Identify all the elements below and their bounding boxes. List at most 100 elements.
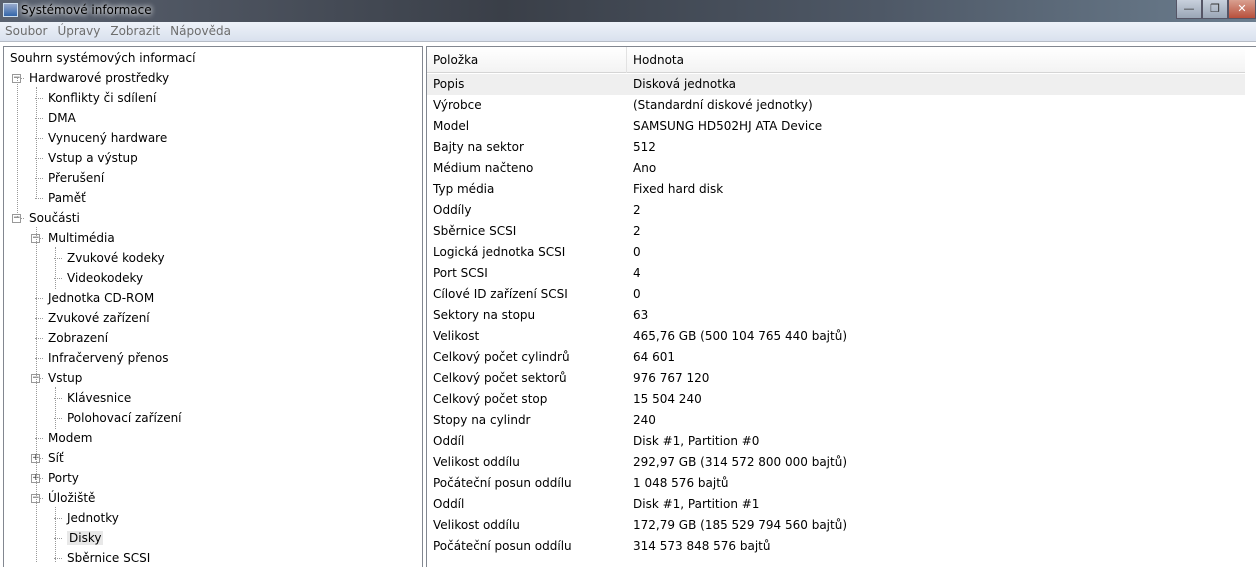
tree-item[interactable]: Zvukové kodeky xyxy=(67,248,165,268)
tree-item[interactable]: Vstup a výstup xyxy=(48,148,138,168)
tree-item-label: Konflikty či sdílení xyxy=(48,91,157,105)
tree-item[interactable]: Hardwarové prostředky xyxy=(29,68,169,88)
item-value: 64 601 xyxy=(633,350,675,364)
column-header-item[interactable]: Položka xyxy=(433,53,478,67)
tree-item-label: Zvukové kodeky xyxy=(67,251,165,265)
item-name: Velikost oddílu xyxy=(433,455,520,469)
tree-item[interactable]: Paměť xyxy=(48,188,86,208)
table-row[interactable]: Popis Disková jednotka xyxy=(427,74,1245,95)
tree-item[interactable]: Disky xyxy=(67,528,104,548)
item-value: 465,76 GB (500 104 765 440 bajtů) xyxy=(633,329,848,343)
tree-line xyxy=(55,387,56,429)
tree-item[interactable]: Jednotky xyxy=(67,508,119,528)
table-row[interactable]: Typ média Fixed hard disk xyxy=(427,179,1245,200)
item-name: Typ média xyxy=(433,182,495,196)
tree-item-label: Souhrn systémových informací xyxy=(10,51,196,65)
item-value: 63 xyxy=(633,308,649,322)
table-row[interactable]: Oddíl Disk #1, Partition #0 xyxy=(427,431,1245,452)
tree-item[interactable]: Přerušení xyxy=(48,168,104,188)
tree-item[interactable]: Konflikty či sdílení xyxy=(48,88,156,108)
tree-item[interactable]: Úložiště xyxy=(48,488,95,508)
table-row[interactable]: Celkový počet sektorů 976 767 120 xyxy=(427,368,1245,389)
tree-line xyxy=(55,247,56,289)
table-row[interactable]: Cílové ID zařízení SCSI 0 xyxy=(427,284,1245,305)
tree-item-label: Zvukové zařízení xyxy=(48,311,150,325)
item-name: Velikost xyxy=(433,329,480,343)
details-table: Položka Hodnota Popis Disková jednotka Výr… xyxy=(426,46,1256,567)
table-row[interactable]: Celkový počet stop 15 504 240 xyxy=(427,389,1245,410)
tree-item-label: Porty xyxy=(48,471,79,485)
item-name: Logická jednotka SCSI xyxy=(433,245,566,259)
item-name: Model xyxy=(433,119,470,133)
table-row[interactable]: Stopy na cylindr 240 xyxy=(427,410,1245,431)
item-value: Disk #1, Partition #0 xyxy=(633,434,760,448)
table-row[interactable]: Sektory na stopu 63 xyxy=(427,305,1245,326)
item-value: 0 xyxy=(633,287,641,301)
tree-item-label: Jednotka CD-ROM xyxy=(48,291,155,305)
item-name: Sběrnice SCSI xyxy=(433,224,517,238)
table-row[interactable]: Velikost oddílu 292,97 GB (314 572 800 00… xyxy=(427,452,1245,473)
item-value: 2 xyxy=(633,203,641,217)
tree-item[interactable]: Polohovací zařízení xyxy=(67,408,182,428)
table-row[interactable]: Port SCSI 4 xyxy=(427,263,1245,284)
menu-2[interactable]: Zobrazit xyxy=(105,22,165,38)
item-name: Médium načteno xyxy=(433,161,534,175)
app-icon xyxy=(3,3,18,17)
tree-item-label: Multimédia xyxy=(48,231,115,245)
column-separator[interactable] xyxy=(626,47,627,73)
tree-item[interactable]: Vstup xyxy=(48,368,82,388)
table-row[interactable]: Logická jednotka SCSI 0 xyxy=(427,242,1245,263)
table-row[interactable]: Celkový počet cylindrů 64 601 xyxy=(427,347,1245,368)
tree-item[interactable]: Sběrnice SCSI xyxy=(67,548,150,567)
table-row[interactable]: Model SAMSUNG HD502HJ ATA Device xyxy=(427,116,1245,137)
tree-item-label: Vynucený hardware xyxy=(48,131,168,145)
table-row[interactable]: Médium načteno Ano xyxy=(427,158,1245,179)
tree-item[interactable]: Infračervený přenos xyxy=(48,348,168,368)
table-row[interactable]: Velikost 465,76 GB (500 104 765 440 bajtů… xyxy=(427,326,1245,347)
item-value: 512 xyxy=(633,140,656,154)
tree-item[interactable]: Souhrn systémových informací xyxy=(10,48,195,68)
minimize-button[interactable]: — xyxy=(1176,0,1202,19)
table-row[interactable]: Oddíl Disk #1, Partition #1 xyxy=(427,494,1245,515)
tree-item-label: Disky xyxy=(67,531,104,545)
item-name: Popis xyxy=(433,77,465,91)
tree-item[interactable]: Zobrazení xyxy=(48,328,108,348)
column-header-value[interactable]: Hodnota xyxy=(633,53,684,67)
tree-item[interactable]: Porty xyxy=(48,468,79,488)
tree-item[interactable]: Součásti xyxy=(29,208,80,228)
item-name: Celkový počet stop xyxy=(433,392,548,406)
item-value: 976 767 120 xyxy=(633,371,710,385)
table-row[interactable]: Sběrnice SCSI 2 xyxy=(427,221,1245,242)
table-row[interactable]: Oddíly 2 xyxy=(427,200,1245,221)
tree-item[interactable]: Klávesnice xyxy=(67,388,131,408)
tree-item[interactable]: Síť xyxy=(48,448,64,468)
title-bar: Systémové informace — ❐ ✕ xyxy=(0,0,1256,22)
category-tree[interactable]: Souhrn systémových informací Hardwarové p… xyxy=(3,46,423,567)
tree-item[interactable]: Jednotka CD-ROM xyxy=(48,288,154,308)
tree-item[interactable]: DMA xyxy=(48,108,76,128)
tree-item[interactable]: Zvukové zařízení xyxy=(48,308,150,328)
restore-button[interactable]: ❐ xyxy=(1202,0,1228,19)
table-row[interactable]: Velikost oddílu 172,79 GB (185 529 794 56… xyxy=(427,515,1245,536)
close-button[interactable]: ✕ xyxy=(1228,0,1256,19)
table-row[interactable]: Bajty na sektor 512 xyxy=(427,137,1245,158)
tree-item[interactable]: Modem xyxy=(48,428,92,448)
menu-1[interactable]: Úpravy xyxy=(52,22,105,38)
item-value: 292,97 GB (314 572 800 000 bajtů) xyxy=(633,455,848,469)
item-name: Celkový počet cylindrů xyxy=(433,350,570,364)
tree-item[interactable]: Multimédia xyxy=(48,228,115,248)
table-row[interactable]: Počáteční posun oddílu 1 048 576 bajtů xyxy=(427,473,1245,494)
tree-item-label: Vstup a výstup xyxy=(48,151,138,165)
table-row[interactable]: Počáteční posun oddílu 314 573 848 576 ba… xyxy=(427,536,1245,557)
tree-item-label: Síť xyxy=(48,451,64,465)
tree-item[interactable]: Vynucený hardware xyxy=(48,128,167,148)
menu-3[interactable]: Nápověda xyxy=(165,22,236,38)
item-name: Cílové ID zařízení SCSI xyxy=(433,287,568,301)
tree-item-label: Součásti xyxy=(29,211,80,225)
table-row[interactable]: Výrobce (Standardní diskové jednotky) xyxy=(427,95,1245,116)
menu-0[interactable]: Soubor xyxy=(0,22,52,38)
item-value: SAMSUNG HD502HJ ATA Device xyxy=(633,119,823,133)
tree-item[interactable]: Videokodeky xyxy=(67,268,143,288)
tree-item-label: Zobrazení xyxy=(48,331,109,345)
item-value: 1 048 576 bajtů xyxy=(633,476,729,490)
